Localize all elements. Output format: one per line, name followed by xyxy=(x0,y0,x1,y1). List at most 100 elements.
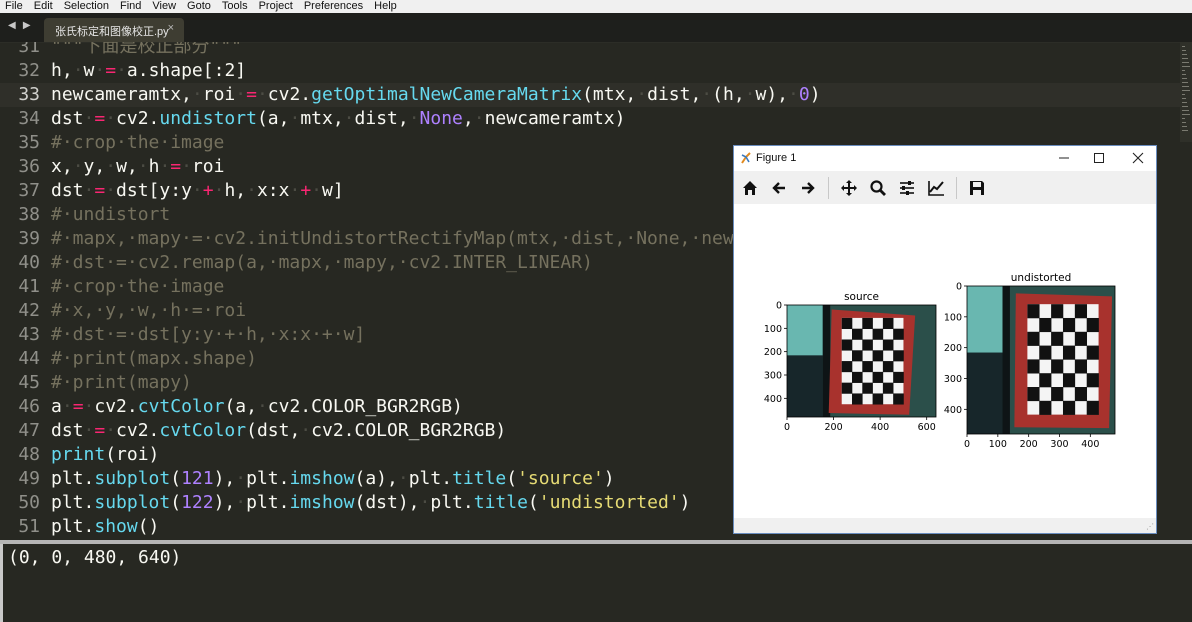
x-tick-label: 0 xyxy=(964,439,970,450)
menu-help[interactable]: Help xyxy=(369,0,403,13)
subplots: source 0 200 400 600 0 100 200 300 400 undistorted… xyxy=(764,272,1116,450)
subplot-title: source xyxy=(844,291,879,303)
code-token: #·crop·the·image xyxy=(51,132,225,153)
line-number: 48 xyxy=(18,444,40,465)
code-text: #·print(mapx.shape) xyxy=(51,347,257,371)
checkerboard-square xyxy=(1051,387,1064,402)
minimize-icon[interactable] xyxy=(1054,149,1074,167)
matplotlib-icon xyxy=(741,152,751,164)
code-token: · xyxy=(191,180,203,201)
menu-edit[interactable]: Edit xyxy=(29,0,59,13)
line-number: 36 xyxy=(18,156,40,177)
menu-goto[interactable]: Goto xyxy=(182,0,217,13)
code-token: cv2. xyxy=(267,84,312,105)
menu-file[interactable]: File xyxy=(0,0,29,13)
code-token: · xyxy=(235,492,247,513)
back-arrow-icon[interactable] xyxy=(770,179,788,197)
menu-tools[interactable]: Tools xyxy=(217,0,254,13)
file-tab[interactable]: 张氏标定和图像校正.py × xyxy=(44,18,184,42)
image-window-region xyxy=(787,305,823,356)
code-token: · xyxy=(289,180,301,201)
code-token: show xyxy=(94,516,138,537)
figure-statusbar: ⋰ xyxy=(734,518,1156,533)
code-line[interactable]: 31 """下面是校正部分""" xyxy=(0,42,1180,59)
pan-icon[interactable] xyxy=(840,179,858,197)
y-tick-label: 200 xyxy=(944,343,962,354)
checkerboard-square xyxy=(862,339,873,351)
code-text: newcameramtx,·roi·=·cv2.getOptimalNewCam… xyxy=(51,83,821,107)
close-window-icon[interactable] xyxy=(1128,149,1148,167)
checkerboard-square xyxy=(852,328,863,340)
forward-arrow-icon[interactable] xyxy=(799,179,817,197)
save-icon[interactable] xyxy=(968,179,986,197)
minimap[interactable] xyxy=(1180,42,1192,142)
line-number: 47 xyxy=(18,420,40,441)
minimap-line xyxy=(1182,54,1187,55)
code-token: cv2.COLOR_BGR2RGB) xyxy=(267,396,463,417)
code-token: x:x xyxy=(256,180,290,201)
menu-find[interactable]: Find xyxy=(115,0,147,13)
figure-window[interactable]: Figure 1 source 0 200 400 600 0 100 200 300 400 un… xyxy=(733,145,1157,534)
line-number: 37 xyxy=(18,180,40,201)
code-token: = xyxy=(94,180,106,201)
console-output: (0, 0, 480, 640) xyxy=(8,547,182,568)
code-token: a xyxy=(51,396,62,417)
checkerboard-square xyxy=(841,317,853,329)
code-token: mtx, xyxy=(300,108,344,129)
code-token: (a, xyxy=(256,108,290,129)
code-line[interactable]: 34 dst·=·cv2.undistort(a,·mtx,·dist,·None… xyxy=(0,107,1180,131)
tab-nav-arrows-icon[interactable]: ◀ ▶ xyxy=(8,20,33,31)
line-number: 45 xyxy=(18,372,40,393)
checkerboard-square xyxy=(1027,387,1040,402)
code-token: plt. xyxy=(430,492,474,513)
image-window-region xyxy=(967,286,1003,353)
edit-axis-icon[interactable] xyxy=(927,179,945,197)
menu-view[interactable]: View xyxy=(147,0,182,13)
code-line[interactable]: 32 h,·w·=·a.shape[:2] xyxy=(0,59,1180,83)
y-tick-label: 400 xyxy=(944,405,962,416)
line-number: 34 xyxy=(18,108,40,129)
code-text: a·=·cv2.cvtColor(a,·cv2.COLOR_BGR2RGB) xyxy=(51,395,463,419)
code-token: dist, xyxy=(647,84,702,105)
code-token: h, xyxy=(51,60,73,81)
home-icon[interactable] xyxy=(741,179,759,197)
maximize-icon[interactable] xyxy=(1089,149,1109,167)
resize-grip-icon[interactable]: ⋰ xyxy=(1146,522,1154,531)
close-tab-icon[interactable]: × xyxy=(168,22,174,34)
checkerboard-square xyxy=(1039,373,1052,388)
code-token: plt. xyxy=(408,468,453,489)
checkerboard-square xyxy=(872,371,884,383)
console-panel[interactable]: (0, 0, 480, 640) xyxy=(0,544,1192,622)
code-token: x, xyxy=(51,156,73,177)
figure-titlebar[interactable]: Figure 1 xyxy=(734,146,1156,171)
checkerboard-square xyxy=(1086,345,1099,360)
configure-subplots-icon[interactable] xyxy=(898,179,916,197)
checkerboard-square xyxy=(872,350,884,362)
checkerboard-square xyxy=(1027,331,1040,346)
code-token: (a, xyxy=(224,396,257,417)
checkerboard-square xyxy=(1039,400,1052,415)
code-text: dst·=·dst[y:y·+·h,·x:x·+·w] xyxy=(51,179,344,203)
checkerboard-square xyxy=(852,393,863,405)
code-token: #·x,·y,·w,·h·=·roi xyxy=(51,300,247,321)
code-token: (dst, xyxy=(246,420,301,441)
code-token: · xyxy=(137,156,149,177)
code-line[interactable]: 33 newcameramtx,·roi·=·cv2.getOptimalNewC… xyxy=(0,83,1180,107)
menu-selection[interactable]: Selection xyxy=(59,0,115,13)
minimap-line xyxy=(1182,102,1187,103)
line-number: 38 xyxy=(18,204,40,225)
menu-preferences[interactable]: Preferences xyxy=(299,0,369,13)
line-number: 44 xyxy=(18,348,40,369)
menu-project[interactable]: Project xyxy=(254,0,299,13)
code-text: #·crop·the·image xyxy=(51,131,224,155)
code-token: · xyxy=(213,180,225,201)
code-text: dst·=·cv2.cvtColor(dst,·cv2.COLOR_BGR2RG… xyxy=(51,419,506,443)
code-token: · xyxy=(343,108,355,129)
checkerboard-square xyxy=(1086,373,1099,388)
code-token: ( xyxy=(506,468,518,489)
y-tick-label: 300 xyxy=(944,374,962,385)
code-token: h xyxy=(148,156,160,177)
code-text: #·dst·=·cv2.remap(a,·mapx,·mapy,·cv2.INT… xyxy=(51,251,593,275)
figure-canvas[interactable]: source 0 200 400 600 0 100 200 300 400 undistorted… xyxy=(734,204,1156,518)
zoom-icon[interactable] xyxy=(869,179,887,197)
